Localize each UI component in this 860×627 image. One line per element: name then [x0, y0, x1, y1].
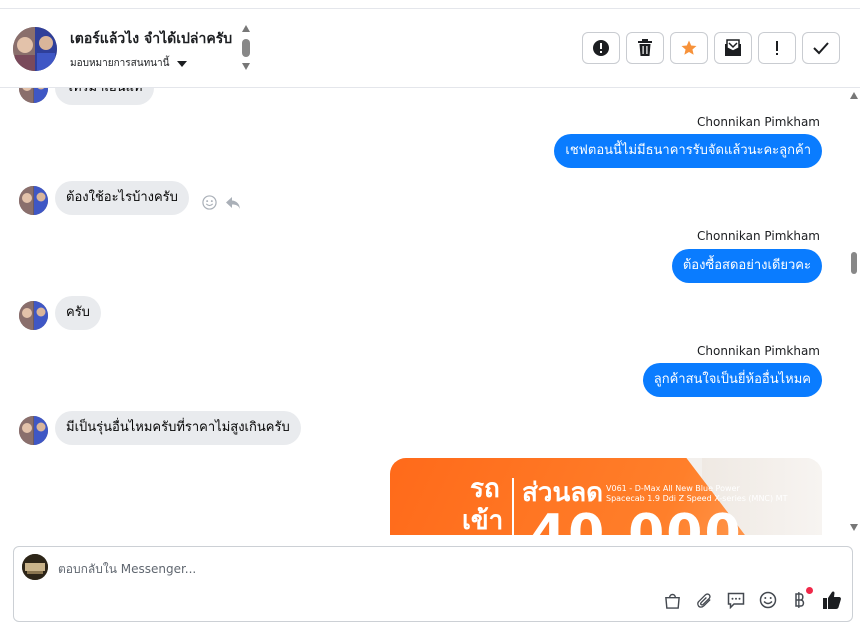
title-scroll-control[interactable]: [240, 25, 252, 73]
archive-button[interactable]: [714, 32, 752, 64]
incoming-message-bubble[interactable]: โทรมาเอ็นแท: [55, 88, 154, 105]
check-icon: [813, 42, 829, 55]
conversation-toolbar: [582, 32, 840, 64]
incoming-message-bubble[interactable]: ครับ: [55, 296, 101, 330]
follow-up-button[interactable]: [758, 32, 796, 64]
thread-scroll-thumb[interactable]: [851, 252, 857, 274]
composer-actions: [662, 587, 842, 610]
message-thread[interactable]: โทรมาเอ็นแท Chonnikan Pimkham เชฟตอนนี้ไ…: [0, 88, 848, 535]
done-button[interactable]: [802, 32, 840, 64]
contact-avatar[interactable]: [13, 27, 57, 71]
scroll-up-icon[interactable]: [242, 25, 250, 32]
promo-divider: [512, 478, 514, 535]
message-actions: [202, 195, 241, 210]
outgoing-message-bubble[interactable]: เชฟตอนนี้ไม่มีธนาคารรับจัดแล้วนะคะลูกค้า: [554, 134, 822, 168]
emoji-icon[interactable]: [758, 590, 778, 610]
promo-detail-line1: V061 - D-Max All New Blue Power: [606, 484, 740, 493]
outgoing-message-bubble[interactable]: ลูกค้าสนใจเป็นยี่ห้ออื่นไหมค: [642, 363, 822, 397]
incoming-message-bubble[interactable]: ต้องใช้อะไรบ้างครับ: [55, 181, 189, 215]
thread-scrollbar[interactable]: [848, 88, 860, 535]
inbox-conversation-view: เตอร์แล้วไง จำได้เปล่าครับ มอบหมายการสนท…: [0, 0, 860, 627]
trash-icon: [638, 39, 652, 56]
promo-amount: 40,000: [530, 504, 743, 535]
baht-icon[interactable]: [790, 587, 813, 610]
inbox-icon: [725, 39, 741, 56]
exclamation-icon: [776, 41, 778, 55]
outgoing-message-bubble[interactable]: ต้องซื้อสดอย่างเดียวคะ: [671, 249, 822, 283]
contact-message-avatar: [19, 186, 48, 215]
reply-input[interactable]: [58, 559, 758, 579]
promo-text-line2: เข้า: [462, 506, 504, 535]
spam-button[interactable]: [582, 32, 620, 64]
contact-message-avatar: [19, 88, 48, 103]
scroll-up-icon[interactable]: [850, 92, 858, 99]
assign-conversation-label: มอบหมายการสนทนานี้: [70, 58, 170, 69]
assign-conversation-dropdown[interactable]: มอบหมายการสนทนานี้: [70, 56, 188, 71]
sender-name: Chonnikan Pimkham: [697, 115, 820, 129]
scroll-down-icon[interactable]: [242, 63, 250, 70]
title-scroll-thumb[interactable]: [242, 39, 250, 57]
page-avatar: [22, 554, 48, 580]
paperclip-icon[interactable]: [694, 590, 714, 610]
star-button[interactable]: [670, 32, 708, 64]
contact-message-avatar: [19, 301, 48, 330]
sender-name: Chonnikan Pimkham: [697, 229, 820, 243]
bag-icon[interactable]: [662, 590, 682, 610]
sender-name: Chonnikan Pimkham: [697, 344, 820, 358]
delete-button[interactable]: [626, 32, 664, 64]
star-icon: [681, 40, 697, 55]
promo-text-line1: รถ: [470, 474, 500, 504]
notification-dot: [806, 587, 813, 594]
contact-message-avatar: [19, 416, 48, 445]
caret-down-icon: [177, 60, 188, 67]
promo-detail-line2: Spacecab 1.9 Ddi Z Speed X-series (MNC) …: [606, 494, 788, 503]
promo-detail: V061 - D-Max All New Blue Power Spacecab…: [606, 484, 787, 504]
thumbs-up-icon[interactable]: [822, 590, 842, 610]
reply-icon[interactable]: [225, 196, 241, 210]
conversation-header: เตอร์แล้วไง จำได้เปล่าครับ มอบหมายการสนท…: [0, 8, 860, 88]
react-emoji-icon[interactable]: [202, 195, 217, 210]
scroll-down-icon[interactable]: [850, 524, 858, 531]
alert-circle-icon: [593, 40, 609, 56]
saved-reply-icon[interactable]: [726, 590, 746, 610]
outgoing-promo-image[interactable]: รถ เข้า ส่วนลด V061 - D-Max All New Blue…: [390, 458, 822, 535]
incoming-message-bubble[interactable]: มีเป็นรุ่นอื่นไหมครับที่ราคาไม่สูงเกินคร…: [55, 411, 301, 445]
reply-composer: [13, 546, 853, 622]
conversation-title: เตอร์แล้วไง จำได้เปล่าครับ: [70, 31, 233, 47]
